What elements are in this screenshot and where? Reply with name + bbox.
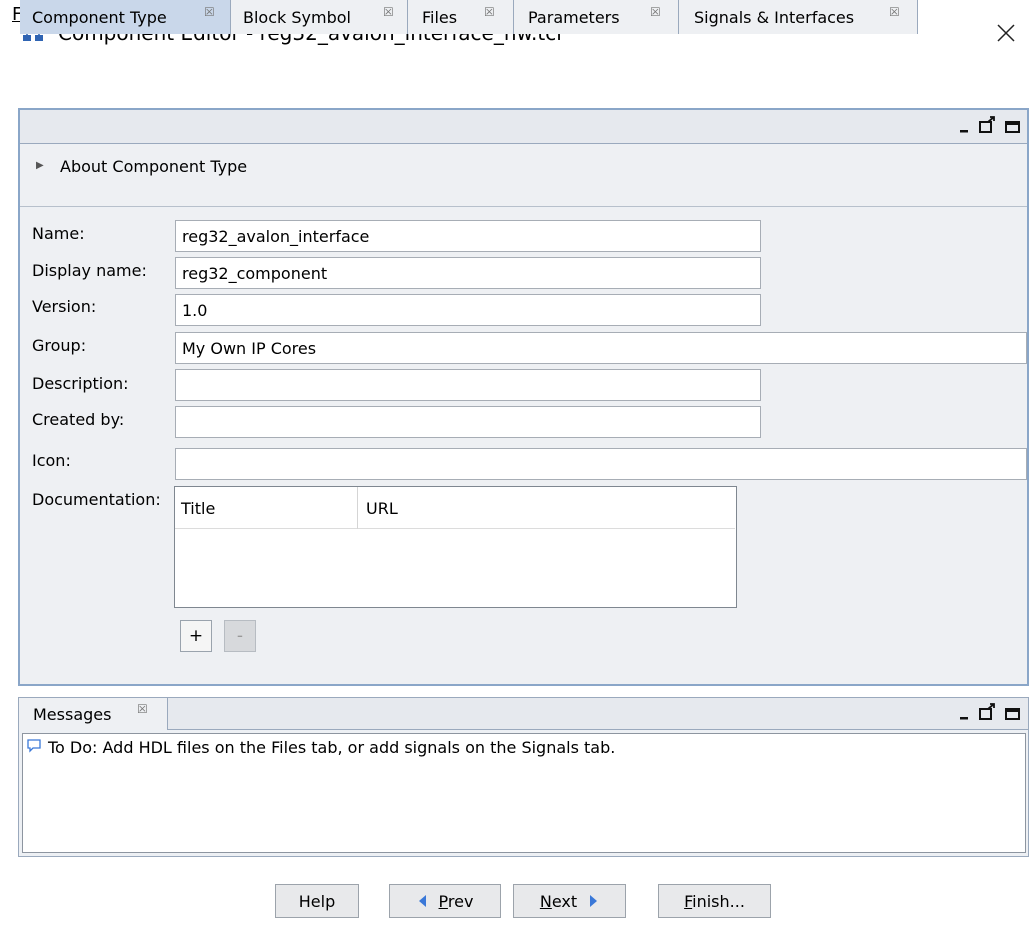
icon-input[interactable] (175, 448, 1027, 480)
help-button[interactable]: Help (275, 884, 359, 918)
display-name-label: Display name: (32, 261, 147, 280)
maximize-icon[interactable] (1004, 117, 1022, 135)
description-input[interactable] (175, 369, 761, 401)
column-header-url[interactable]: URL (366, 498, 398, 520)
menu-bar (0, 66, 1029, 96)
version-input[interactable] (175, 294, 761, 326)
messages-tab-bar (19, 698, 1028, 730)
description-label: Description: (32, 374, 129, 393)
editor-tab-bar (20, 110, 1027, 144)
name-input[interactable] (175, 220, 761, 252)
button-label: Next (539, 891, 578, 911)
tab-messages[interactable]: Messages ☒ (19, 698, 168, 730)
button-label: Help (298, 891, 336, 911)
float-icon[interactable] (978, 703, 998, 723)
float-icon[interactable] (978, 116, 998, 136)
prev-button[interactable]: Prev (389, 884, 501, 918)
tab-close-icon[interactable]: ☒ (137, 702, 148, 716)
tab-label: Files (422, 7, 458, 27)
close-icon (997, 24, 1015, 42)
icon-label: Icon: (32, 451, 71, 470)
column-header-title[interactable]: Title (181, 498, 215, 520)
column-divider[interactable] (357, 487, 358, 529)
tab-parameters[interactable]: Parameters ☒ (514, 0, 679, 34)
tab-label: Signals & Interfaces (694, 7, 855, 27)
finish-button[interactable]: Finish... (658, 884, 771, 918)
tab-files[interactable]: Files ☒ (408, 0, 514, 34)
add-documentation-button[interactable]: + (180, 620, 212, 652)
display-name-input[interactable] (175, 257, 761, 289)
version-label: Version: (32, 297, 97, 316)
tab-close-icon[interactable]: ☒ (650, 5, 661, 19)
minimize-icon[interactable] (958, 117, 972, 137)
speech-bubble-icon (27, 739, 41, 753)
documentation-table-header (175, 487, 735, 529)
tab-label: Messages (33, 704, 112, 724)
tab-signals-interfaces[interactable]: Signals & Interfaces ☒ (679, 0, 918, 34)
close-button[interactable] (984, 10, 1028, 56)
next-button[interactable]: Next (513, 884, 626, 918)
created-by-input[interactable] (175, 406, 761, 438)
expand-arrow-icon[interactable]: ▶ (36, 160, 44, 171)
documentation-label: Documentation: (32, 490, 161, 509)
created-by-label: Created by: (32, 410, 125, 429)
tab-close-icon[interactable]: ☒ (204, 5, 215, 19)
tab-close-icon[interactable]: ☒ (383, 5, 394, 19)
group-input[interactable] (175, 332, 1027, 364)
maximize-icon[interactable] (1004, 704, 1022, 722)
about-component-type-toggle[interactable]: About Component Type (60, 156, 247, 178)
tab-close-icon[interactable]: ☒ (484, 5, 495, 19)
name-label: Name: (32, 224, 85, 243)
tab-block-symbol[interactable]: Block Symbol ☒ (231, 0, 408, 34)
group-label: Group: (32, 336, 87, 355)
tab-label: Component Type (32, 7, 167, 27)
button-label: Prev (438, 891, 474, 911)
left-arrow-icon (418, 895, 426, 907)
tab-label: Block Symbol (243, 7, 351, 27)
button-label: Finish... (684, 891, 745, 911)
tab-label: Parameters (528, 7, 620, 27)
remove-documentation-button: - (224, 620, 256, 652)
tab-component-type[interactable]: Component Type ☒ (20, 0, 231, 34)
tab-close-icon[interactable]: ☒ (889, 5, 900, 19)
minimize-icon[interactable] (958, 704, 972, 724)
message-item: To Do: Add HDL files on the Files tab, o… (48, 738, 616, 757)
right-arrow-icon (590, 895, 598, 907)
